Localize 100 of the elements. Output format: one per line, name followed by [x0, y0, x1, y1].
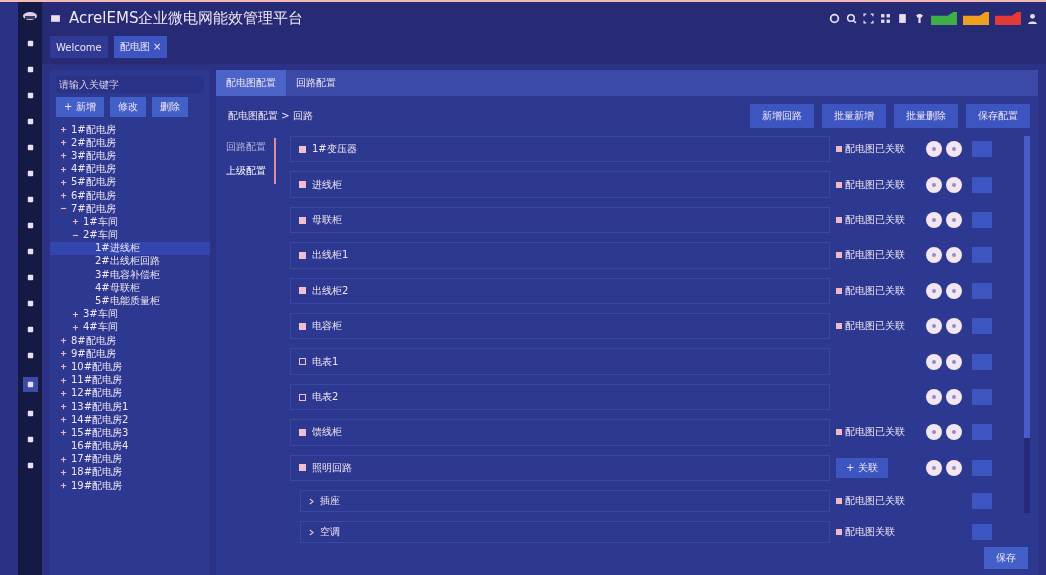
alert-flag-icon[interactable] — [963, 11, 989, 25]
tree-item[interactable]: 13#配电房1 — [50, 399, 210, 414]
link-icon[interactable] — [946, 459, 962, 476]
menu-icon[interactable] — [50, 12, 61, 24]
plus-icon[interactable] — [60, 178, 67, 186]
checkbox[interactable] — [299, 322, 306, 330]
content-tab[interactable]: 配电图配置 — [216, 70, 286, 96]
content-tab[interactable]: 回路配置 — [286, 70, 346, 96]
tree-item[interactable]: 5#电能质量柜 — [50, 294, 210, 308]
tree-item[interactable]: 8#配电房 — [50, 334, 210, 348]
checkbox[interactable] — [299, 393, 306, 401]
link-button[interactable]: + 关联 — [836, 457, 888, 478]
caret-icon[interactable] — [309, 528, 314, 536]
link-icon[interactable] — [946, 318, 962, 335]
nav-icon[interactable] — [25, 65, 35, 74]
save-button[interactable]: 保存 — [984, 547, 1028, 569]
plus-icon[interactable] — [60, 192, 67, 200]
tree-item[interactable]: 12#配电房 — [50, 386, 210, 400]
tree-item[interactable]: 3#车间 — [50, 307, 210, 321]
circuit-row[interactable]: 空调 — [300, 521, 830, 544]
circuit-row[interactable]: 电容柜 — [290, 313, 830, 340]
link-icon[interactable] — [946, 212, 962, 228]
edit-icon[interactable] — [926, 282, 942, 299]
plus-icon[interactable] — [60, 152, 67, 160]
plus-icon[interactable] — [60, 455, 67, 463]
tree-button[interactable]: 删除 — [151, 97, 188, 117]
page-tab[interactable]: Welcome — [50, 36, 108, 58]
toolbar-button[interactable]: 保存配置 — [966, 104, 1030, 128]
link-icon[interactable] — [946, 389, 962, 406]
checkbox[interactable] — [299, 464, 306, 472]
side-tab[interactable]: 上级配置 — [226, 162, 274, 180]
link-icon[interactable] — [946, 247, 962, 264]
plus-icon[interactable] — [60, 165, 67, 173]
plus-icon[interactable] — [72, 310, 79, 318]
nav-icon[interactable] — [25, 221, 35, 230]
nav-icon[interactable] — [25, 351, 35, 360]
tree-item[interactable]: 11#配电房 — [50, 373, 210, 387]
tree-item[interactable]: 5#配电房 — [50, 175, 210, 189]
checkbox[interactable] — [299, 251, 306, 259]
tree-item[interactable]: 3#配电房 — [50, 149, 210, 163]
plus-icon[interactable] — [60, 363, 67, 371]
nav-icon[interactable] — [25, 435, 35, 444]
nav-icon[interactable] — [25, 299, 35, 308]
edit-icon[interactable] — [926, 318, 942, 335]
nav-icon[interactable] — [22, 377, 38, 392]
checkbox[interactable] — [299, 358, 306, 366]
checkbox[interactable] — [299, 216, 306, 224]
circuit-row[interactable]: 插座 — [300, 490, 830, 513]
tree-item[interactable]: 18#配电房 — [50, 465, 210, 480]
plus-icon[interactable] — [60, 416, 67, 424]
scrollbar[interactable] — [1024, 136, 1030, 513]
caret-icon[interactable] — [309, 497, 314, 505]
circuit-row[interactable]: 馈线柜 — [290, 419, 830, 446]
link-icon[interactable] — [946, 424, 962, 441]
circuit-row[interactable]: 照明回路 — [290, 454, 830, 482]
plus-icon[interactable] — [60, 139, 67, 147]
link-icon[interactable] — [946, 353, 962, 370]
tree-item[interactable]: 19#配电房 — [50, 479, 210, 493]
alert-flag-icon[interactable] — [995, 11, 1021, 25]
tree-item[interactable]: 3#电容补偿柜 — [50, 268, 210, 282]
tree-item[interactable]: 4#配电房 — [50, 162, 210, 176]
plus-icon[interactable] — [60, 468, 67, 476]
document-icon[interactable] — [897, 12, 908, 24]
nav-icon[interactable] — [25, 273, 35, 282]
tree-item[interactable]: 1#进线柜 — [50, 241, 210, 255]
edit-icon[interactable] — [926, 212, 942, 228]
nav-icon[interactable] — [25, 409, 35, 418]
circuit-row[interactable]: 进线柜 — [290, 171, 830, 198]
edit-icon[interactable] — [926, 424, 942, 441]
edit-icon[interactable] — [926, 247, 942, 264]
tree-item[interactable]: 2#出线柜回路 — [50, 254, 210, 269]
tree-item[interactable]: 4#车间 — [50, 320, 210, 334]
circuit-row[interactable]: 电表2 — [290, 383, 830, 411]
nav-icon[interactable] — [25, 39, 35, 48]
tree-button[interactable]: + 新增 — [56, 97, 104, 117]
nav-icon[interactable] — [25, 325, 35, 334]
plus-icon[interactable] — [60, 350, 67, 358]
plus-icon[interactable] — [60, 403, 67, 411]
nav-icon[interactable] — [25, 195, 35, 204]
nav-icon[interactable] — [25, 143, 35, 152]
edit-icon[interactable] — [926, 353, 942, 370]
edit-icon[interactable] — [926, 141, 942, 158]
plus-icon[interactable] — [72, 218, 79, 226]
fullscreen-icon[interactable] — [863, 12, 874, 24]
tree-item[interactable]: 6#配电房 — [50, 188, 210, 203]
tree-item[interactable]: 4#母联柜 — [50, 281, 210, 295]
plus-icon[interactable] — [60, 429, 67, 437]
side-tab[interactable]: 回路配置 — [226, 138, 274, 156]
plus-icon[interactable] — [60, 389, 67, 397]
circuit-row[interactable]: 出线柜2 — [290, 277, 830, 305]
nav-icon[interactable] — [25, 169, 35, 178]
page-tab[interactable]: 配电图 × — [113, 36, 168, 58]
plus-icon[interactable] — [60, 376, 67, 384]
nav-icon[interactable] — [25, 461, 35, 470]
checkbox[interactable] — [299, 287, 306, 295]
tree-item[interactable]: 2#配电房 — [50, 136, 210, 150]
edit-icon[interactable] — [926, 389, 942, 406]
toolbar-button[interactable]: 批量新增 — [822, 104, 886, 128]
alert-flag-icon[interactable] — [931, 11, 957, 25]
toolbar-button[interactable]: 新增回路 — [750, 104, 814, 128]
